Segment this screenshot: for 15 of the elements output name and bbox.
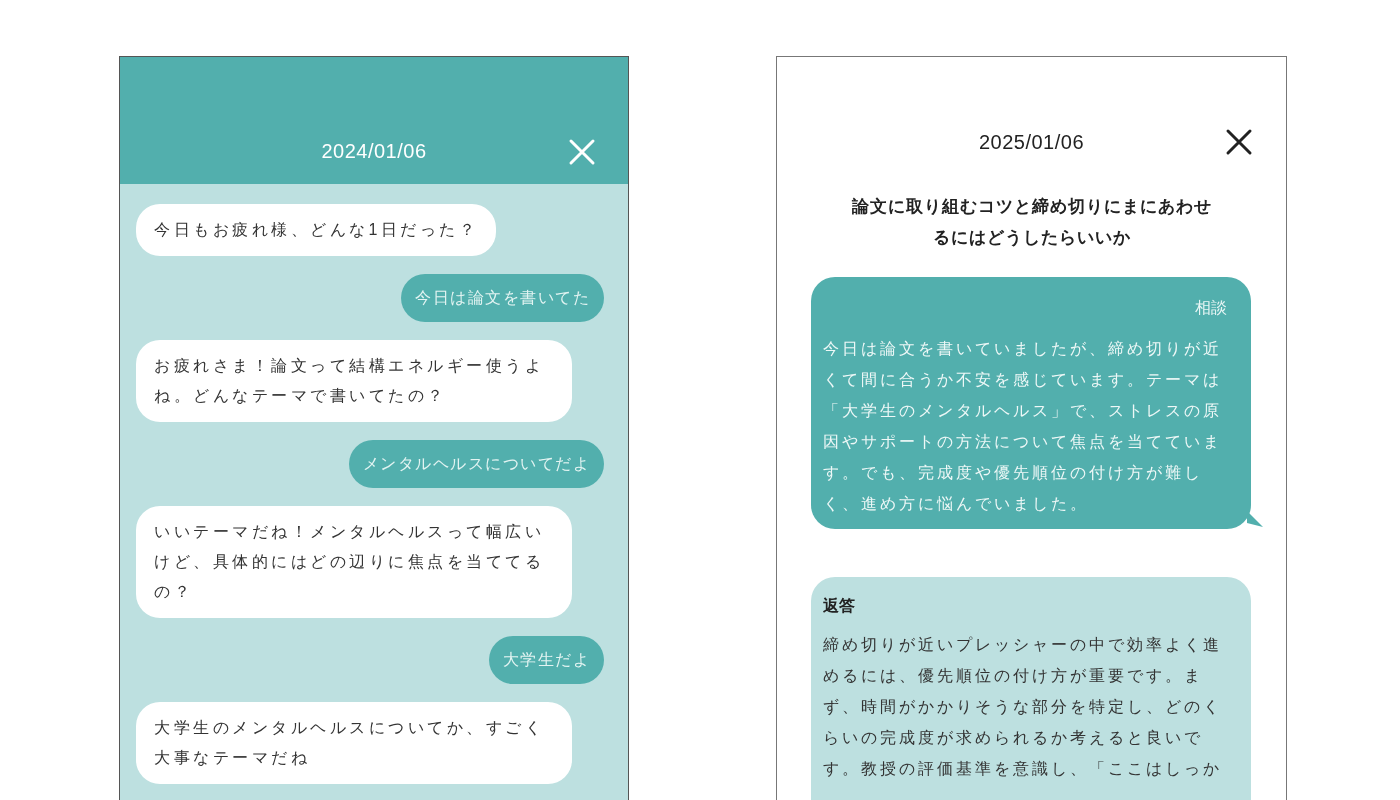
bot-message: 大学生のメンタルヘルスについてか、すごく大事なテーマだね	[136, 702, 572, 784]
summary-date: 2025/01/06	[977, 130, 1086, 155]
summary-title: 論文に取り組むコツと締め切りにまにあわせるにはどうしたらいいか	[851, 196, 1212, 249]
user-message: 今日は論文を書いてた	[401, 274, 604, 322]
bot-message: いいテーマだね！メンタルヘルスって幅広いけど、具体的にはどの辺りに焦点を当ててるの？	[136, 506, 572, 618]
bot-message: お疲れさま！論文って結構エネルギー使うよね。どんなテーマで書いてたの？	[136, 340, 572, 422]
bot-message: 今日もお疲れ様、どんな1日だった？	[136, 204, 497, 256]
user-message: 大学生だよ	[488, 636, 604, 684]
reply-text: 締め切りが近いプレッシャーの中で効率よく進めるには、優先順位の付け方が重要です。まず、時間がかかりそうな部分を特定し、どのくらいの完成度が求められるか考えると良いです。教授の評価基準を意識し、「ここはしっか	[823, 635, 1223, 779]
user-message: メンタルヘルスについてだよ	[348, 440, 604, 488]
reply-label: 返答	[823, 596, 856, 616]
chat-date: 2024/01/06	[320, 139, 428, 164]
close-icon[interactable]	[1225, 128, 1253, 156]
consult-text: 今日は論文を書いていましたが、締め切りが近くて間に合うか不安を感じています。テーマは「大学生のメンタルヘルス」で、ストレスの原因やサポートの方法について焦点を当てています。でも、完成度や優先順位の付け方が難しく、進め方に悩んでいました。	[823, 339, 1223, 514]
consult-label: 相談	[1194, 298, 1228, 318]
